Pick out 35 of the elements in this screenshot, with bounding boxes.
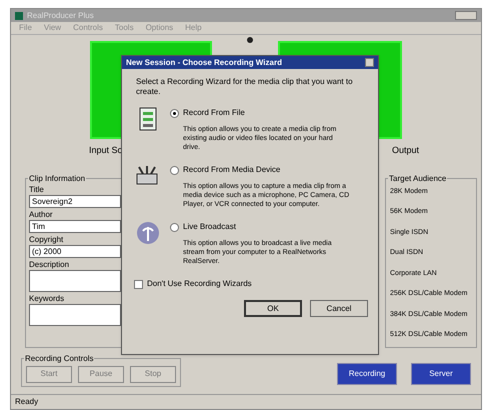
dialog-button[interactable]: OK xyxy=(244,300,302,317)
checkbox-label[interactable]: Don't Use Recording Wizards xyxy=(147,278,252,290)
radio-button[interactable] xyxy=(170,108,179,118)
text-field[interactable] xyxy=(29,304,121,326)
dialog-title: New Session - Choose Recording Wizard xyxy=(126,56,283,68)
window-controls-icon[interactable] xyxy=(455,11,477,20)
dialog-instruction: Select a Recording Wizard for the media clip that you want to create. xyxy=(135,76,354,97)
text-field[interactable]: Sovereign2 xyxy=(29,194,121,208)
status-bar: Ready xyxy=(11,394,481,409)
broadcast-icon xyxy=(136,221,160,245)
text-field[interactable]: Tim xyxy=(29,220,121,232)
option-label[interactable]: Live Broadcast xyxy=(183,221,236,233)
checkbox[interactable] xyxy=(134,280,143,288)
window-title: RealProducer Plus xyxy=(27,10,94,22)
app-icon xyxy=(15,12,23,20)
close-icon[interactable] xyxy=(365,58,374,67)
action-button[interactable]: Server xyxy=(411,362,471,384)
radio-button[interactable] xyxy=(170,166,179,174)
option-label[interactable]: Record From File xyxy=(183,107,245,119)
group-label: Clip Information xyxy=(28,172,86,184)
field-label: Keywords xyxy=(29,294,66,304)
document-icon xyxy=(138,107,158,131)
radio-button[interactable] xyxy=(170,222,179,232)
field-label: Copyright xyxy=(29,234,64,244)
panel-caption: Output xyxy=(392,144,419,157)
text-field[interactable]: (c) 2000 xyxy=(29,244,121,258)
action-button[interactable]: Recording xyxy=(337,362,397,384)
field-label: Author xyxy=(29,210,54,220)
field-label: Title xyxy=(29,184,45,194)
dialog-button[interactable]: Cancel xyxy=(310,300,368,317)
text-field[interactable] xyxy=(29,270,121,292)
option-label[interactable]: Record From Media Device xyxy=(183,164,280,176)
group-label: Recording Controls xyxy=(24,352,94,364)
field-label: Description xyxy=(29,260,70,270)
group-label: Target Audience xyxy=(388,172,448,184)
